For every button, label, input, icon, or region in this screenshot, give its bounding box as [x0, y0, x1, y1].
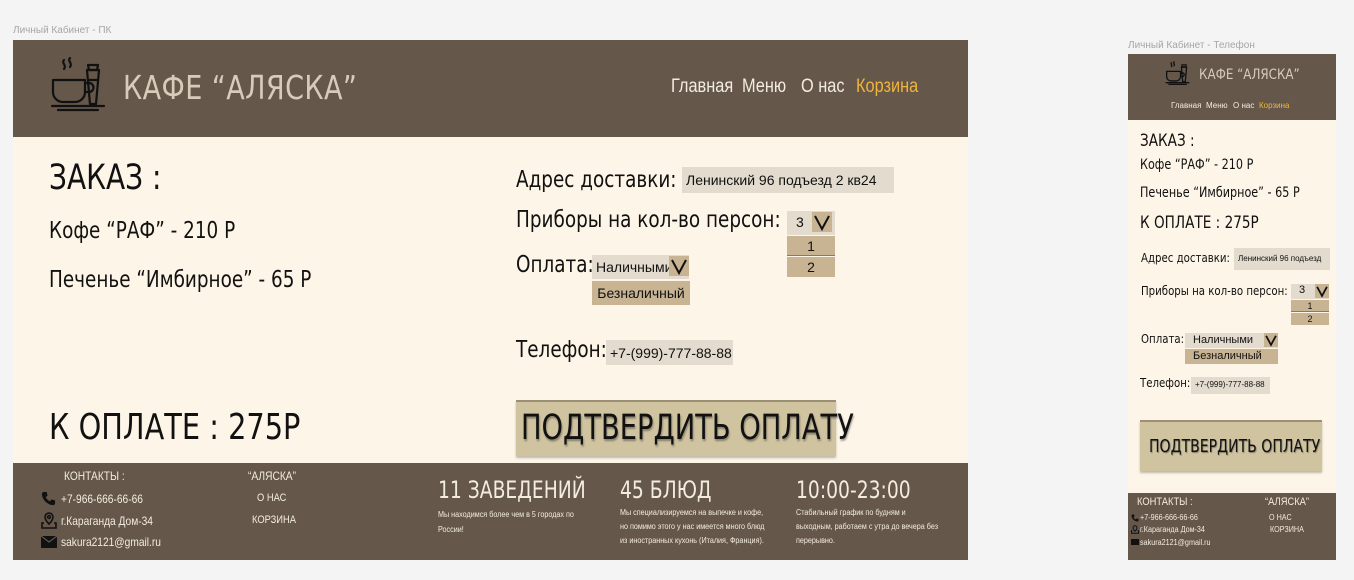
order-title: ЗАКАЗ : [49, 158, 162, 198]
phone-icon [1131, 514, 1139, 522]
contacts-title: КОНТАКТЫ : [64, 469, 125, 483]
order-item: Кофе “РАФ” - 210 Р [49, 218, 236, 244]
site-header: КАФЕ “АЛЯСКА” Главная Меню О нас Корзина [13, 40, 968, 137]
persons-label: Приборы на кол-во персон: [516, 207, 781, 233]
phone-label: Телефон: [1140, 376, 1191, 390]
contact-phone[interactable]: +7-966-666-66-66 [61, 492, 143, 506]
payment-option[interactable]: Безналичный [592, 281, 690, 305]
nav-home[interactable]: Главная [671, 76, 733, 98]
stat-text: но помимо этого у нас имеется много блюд [620, 522, 765, 531]
site-header: КАФЕ “АЛЯСКА” Главная Меню О нас Корзина [1128, 54, 1336, 120]
footer-link-cart[interactable]: КОРЗИНА [1270, 525, 1304, 534]
stat-text: Мы специализируемся на выпечке и кофе, [620, 508, 764, 517]
persons-label: Приборы на кол-во персон: [1141, 284, 1288, 298]
phone-frame: КАФЕ “АЛЯСКА” Главная Меню О нас Корзина… [1128, 54, 1336, 560]
footer-brand-title: “АЛЯСКА” [1265, 496, 1310, 508]
confirm-payment-button[interactable]: ПОДТВЕРДИТЬ ОПЛАТУ [1140, 420, 1322, 471]
contact-email[interactable]: sakura2121@gmail.ru [1140, 538, 1211, 547]
phone-label: Телефон: [516, 337, 607, 363]
order-total: К ОПЛАТЕ : 275Р [1140, 213, 1259, 233]
payment-option[interactable]: Безналичный [1185, 349, 1278, 364]
coffee-cup-logo-icon[interactable] [50, 56, 106, 116]
contact-address: г.Караганда Дом-34 [1140, 525, 1205, 534]
pc-frame-label: Личный Кабинет - ПК [13, 25, 112, 36]
nav-about[interactable]: О нас [801, 76, 845, 98]
stat-text: перерывно. [796, 536, 835, 545]
persons-value: 3 [796, 214, 804, 230]
contacts-title: КОНТАКТЫ : [1137, 496, 1193, 508]
nav-menu[interactable]: Меню [742, 76, 786, 98]
stat-text: выходным, работаем с утра до вечера без [796, 522, 939, 531]
phone-input[interactable]: +7-(999)-777-88-88 [1191, 377, 1270, 394]
stat-text: из иностранных кухонь (Италия, Франция). [620, 536, 764, 545]
footer-link-about[interactable]: О НАС [1269, 513, 1292, 522]
nav-cart[interactable]: Корзина [856, 76, 918, 98]
payment-label: Оплата: [516, 252, 594, 278]
address-input[interactable]: Ленинский 96 подъезд 2 кв24 [682, 167, 894, 193]
nav-home[interactable]: Главная [1171, 101, 1201, 110]
contact-email[interactable]: sakura2121@gmail.ru [61, 535, 161, 549]
chevron-down-icon[interactable] [812, 212, 832, 232]
confirm-label: ПОДТВЕРДИТЬ ОПЛАТУ [521, 408, 854, 448]
order-item: Печенье “Имбирное” - 65 Р [49, 267, 312, 293]
confirm-payment-button[interactable]: ПОДТВЕРДИТЬ ОПЛАТУ [516, 400, 854, 456]
order-title: ЗАКАЗ : [1140, 131, 1195, 151]
location-pin-icon [41, 512, 57, 529]
order-item: Кофе “РАФ” - 210 Р [1140, 157, 1254, 173]
stat-title: 10:00-23:00 [796, 476, 911, 504]
chevron-down-icon[interactable] [669, 256, 689, 276]
stat-title: 45 БЛЮД [620, 476, 712, 504]
stat-title: 11 ЗАВЕДЕНИЙ [438, 476, 586, 504]
persons-option[interactable]: 1 [1291, 300, 1329, 312]
envelope-icon [1131, 539, 1139, 545]
address-label: Адрес доставки: [516, 167, 677, 193]
contact-phone[interactable]: +7-966-666-66-66 [1140, 513, 1198, 522]
persons-option[interactable]: 2 [1291, 313, 1329, 325]
footer-brand-title: “АЛЯСКА” [248, 469, 296, 483]
payment-value: Наличными [596, 259, 673, 275]
contact-address: г.Караганда Дом-34 [61, 514, 153, 528]
address-input[interactable]: Ленинский 96 подъезд [1234, 248, 1330, 270]
confirm-label: ПОДТВЕРДИТЬ ОПЛАТУ [1149, 436, 1321, 457]
nav-menu[interactable]: Меню [1206, 101, 1228, 110]
order-total: К ОПЛАТЕ : 275Р [49, 407, 301, 448]
stat-text: России! [438, 525, 464, 534]
footer-link-cart[interactable]: КОРЗИНА [252, 514, 296, 526]
stat-text: Мы находимся более чем в 5 городах по [438, 510, 574, 519]
address-label: Адрес доставки: [1141, 251, 1230, 265]
chevron-down-icon[interactable] [1315, 284, 1329, 298]
persons-option[interactable]: 1 [787, 236, 835, 256]
site-footer: КОНТАКТЫ : +7-966-666-66-66 г.Караганда … [1128, 493, 1336, 560]
payment-label: Оплата: [1141, 332, 1185, 346]
stat-text: Стабильный график по будням и [796, 508, 906, 517]
phone-icon [41, 491, 56, 506]
envelope-icon [41, 536, 57, 548]
nav-cart[interactable]: Корзина [1259, 101, 1289, 110]
nav-about[interactable]: О нас [1233, 101, 1254, 110]
phone-input[interactable]: +7-(999)-777-88-88 [606, 340, 733, 365]
desktop-frame: КАФЕ “АЛЯСКА” Главная Меню О нас Корзина… [13, 40, 968, 560]
site-footer: КОНТАКТЫ : +7-966-666-66-66 г.Караганда … [13, 463, 968, 560]
footer-link-about[interactable]: О НАС [257, 492, 286, 504]
chevron-down-icon[interactable] [1264, 333, 1278, 347]
phone-frame-label: Личный Кабинет - Телефон [1128, 40, 1255, 51]
brand-name[interactable]: КАФЕ “АЛЯСКА” [123, 68, 357, 107]
location-pin-icon [1131, 525, 1139, 534]
order-item: Печенье “Имбирное” - 65 Р [1140, 185, 1300, 201]
coffee-cup-logo-icon[interactable] [1165, 61, 1190, 87]
brand-name[interactable]: КАФЕ “АЛЯСКА” [1199, 67, 1300, 83]
persons-option[interactable]: 2 [787, 257, 835, 277]
